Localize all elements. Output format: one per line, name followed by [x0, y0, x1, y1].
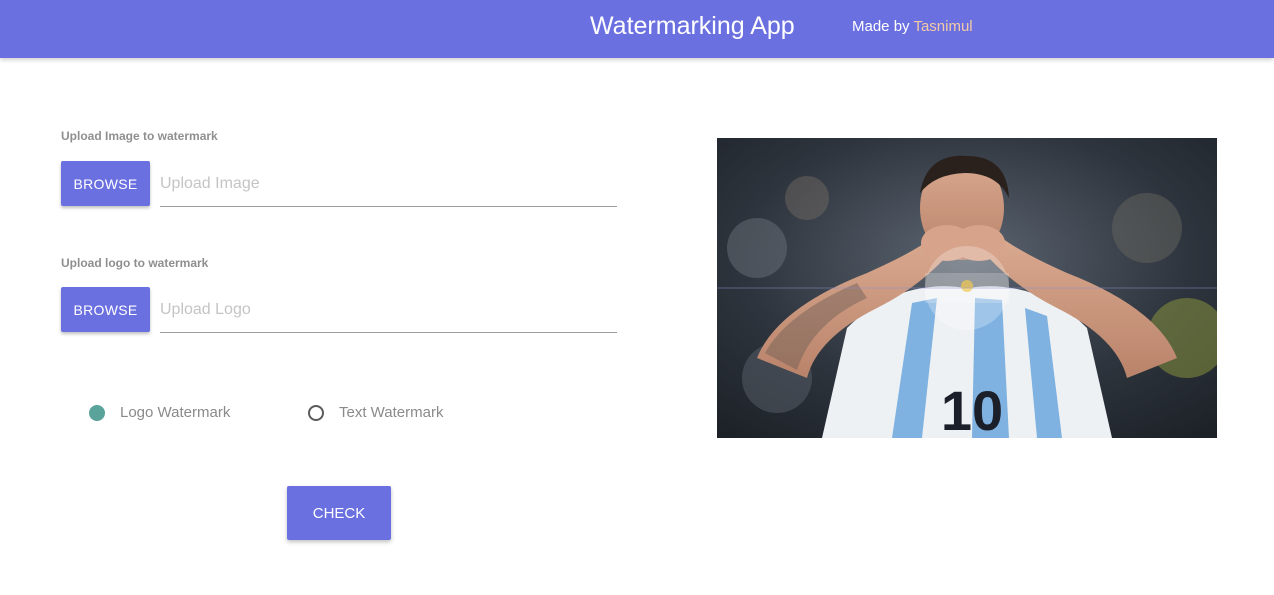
svg-text:10: 10 [941, 379, 1003, 438]
radio-checked-icon [89, 405, 105, 421]
radio-label: Text Watermark [339, 404, 444, 421]
radio-text-watermark[interactable]: Text Watermark [308, 403, 443, 423]
app-title: Watermarking App [590, 12, 795, 40]
credit-prefix: Made by [852, 18, 910, 35]
watermark-preview-image: 10 [717, 138, 1217, 438]
logo-path-input[interactable] [160, 288, 617, 333]
top-navbar: Watermarking App Made by Tasnimul [0, 0, 1274, 58]
browse-image-button[interactable]: BROWSE [61, 161, 150, 206]
radio-logo-watermark[interactable]: Logo Watermark [89, 403, 230, 423]
check-button[interactable]: CHECK [287, 486, 391, 540]
credit-text: Made by Tasnimul [852, 18, 973, 36]
credit-author-link[interactable]: Tasnimul [913, 18, 972, 35]
upload-image-label: Upload Image to watermark [61, 129, 218, 143]
image-path-input[interactable] [160, 162, 617, 207]
upload-logo-label: Upload logo to watermark [61, 256, 209, 270]
radio-unchecked-icon [308, 405, 324, 421]
radio-label: Logo Watermark [120, 404, 231, 421]
browse-logo-button[interactable]: BROWSE [61, 287, 150, 332]
